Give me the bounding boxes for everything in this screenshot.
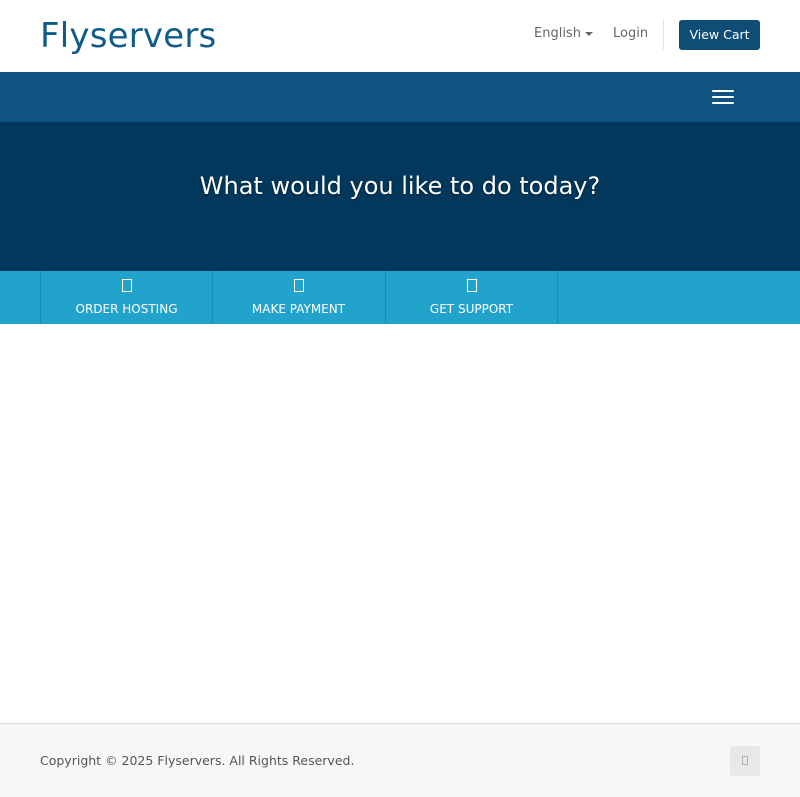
header-divider bbox=[663, 20, 664, 50]
action-label: MAKE PAYMENT bbox=[251, 302, 346, 316]
action-label: GET SUPPORT bbox=[429, 302, 514, 316]
main-navbar bbox=[0, 72, 800, 122]
box-icon bbox=[466, 279, 477, 292]
view-cart-button[interactable]: View Cart bbox=[679, 20, 760, 50]
language-label: English bbox=[534, 26, 581, 41]
site-header: Flyservers English Login View Cart bbox=[0, 0, 800, 72]
action-make-payment[interactable]: MAKE PAYMENT bbox=[212, 271, 384, 324]
action-get-support[interactable]: GET SUPPORT bbox=[385, 271, 557, 324]
site-logo[interactable]: Flyservers bbox=[40, 14, 216, 58]
action-bar-divider bbox=[557, 271, 558, 324]
box-icon bbox=[742, 756, 748, 765]
action-order-hosting[interactable]: ORDER HOSTING bbox=[40, 271, 212, 324]
hero-title: What would you like to do today? bbox=[199, 172, 601, 200]
box-icon bbox=[121, 279, 132, 292]
action-bar: ORDER HOSTING MAKE PAYMENT GET SUPPORT bbox=[0, 271, 800, 324]
back-to-top-button[interactable] bbox=[730, 746, 760, 776]
hero-banner: What would you like to do today? bbox=[0, 122, 800, 271]
hamburger-menu-icon[interactable] bbox=[706, 84, 740, 110]
page: Flyservers English Login View Cart What … bbox=[0, 0, 800, 797]
site-footer: Copyright © 2025 Flyservers. All Rights … bbox=[0, 723, 800, 797]
caret-down-icon bbox=[584, 31, 593, 36]
action-label: ORDER HOSTING bbox=[75, 302, 178, 316]
box-icon bbox=[293, 279, 304, 292]
login-link[interactable]: Login bbox=[613, 25, 648, 43]
language-dropdown[interactable]: English bbox=[534, 25, 593, 43]
copyright-text: Copyright © 2025 Flyservers. All Rights … bbox=[40, 753, 355, 768]
